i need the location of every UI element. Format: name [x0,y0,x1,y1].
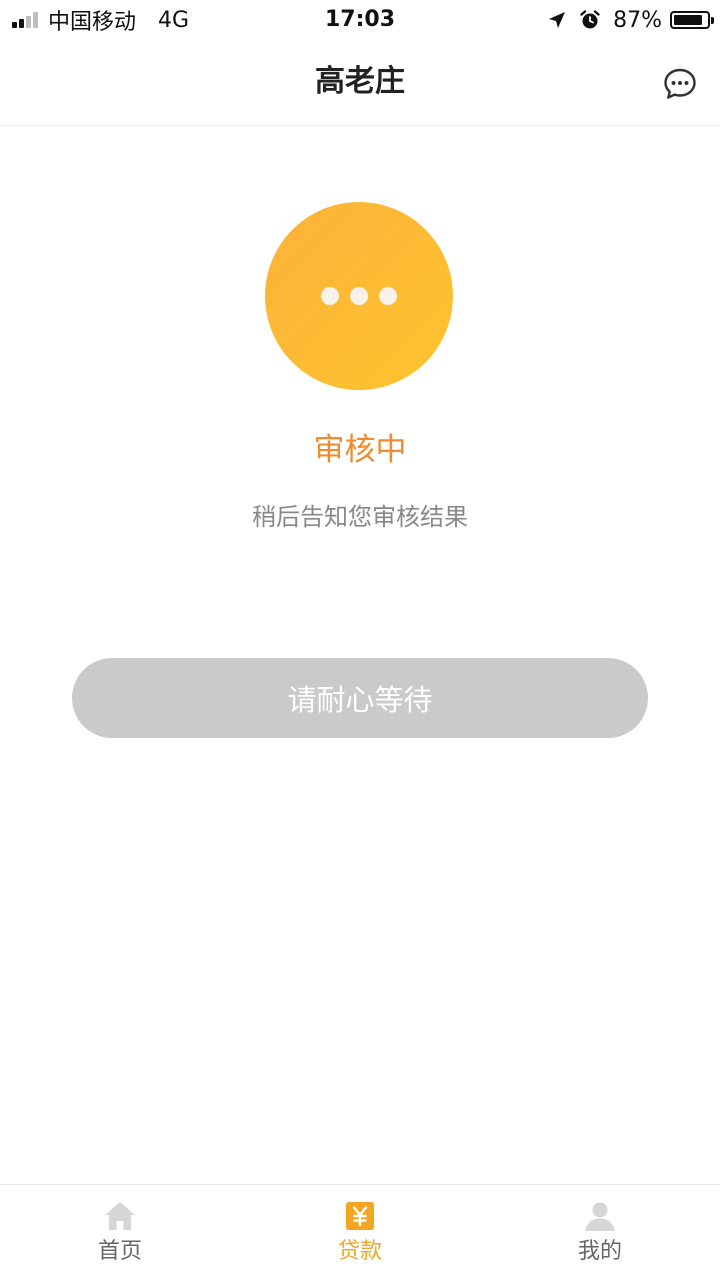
tab-bar: 首页 贷款 我的 [0,1184,720,1280]
tab-home[interactable]: 首页 [0,1185,240,1280]
tab-loan[interactable]: 贷款 [240,1185,480,1280]
message-bubble-icon [664,68,696,99]
more-dots-icon [265,287,453,305]
status-right: 87% [547,6,714,34]
tab-mine[interactable]: 我的 [480,1185,720,1280]
location-arrow-icon [549,12,566,28]
home-icon [105,1202,135,1230]
battery-fill [674,15,702,25]
battery-cap [711,17,714,24]
status-bar: 中国移动 4G 17:03 87% [0,0,720,40]
yuan-icon [346,1202,374,1230]
alarm-clock-icon [580,10,600,29]
tab-mine-label: 我的 [577,1239,622,1264]
page-title: 高老庄 [315,64,405,99]
tab-loan-label: 贷款 [337,1239,382,1264]
tab-home-label: 首页 [97,1239,142,1264]
battery-icon [670,11,714,29]
review-hint-text: 稍后告知您审核结果 [252,503,468,531]
nav-bar: 高老庄 [0,40,720,126]
review-status-text: 审核中 [313,432,407,468]
wait-button[interactable]: 请耐心等待 [72,658,648,738]
message-button[interactable] [662,66,698,102]
review-status-circle [265,202,453,390]
battery-percent: 87% [613,7,662,33]
user-icon [585,1202,615,1231]
